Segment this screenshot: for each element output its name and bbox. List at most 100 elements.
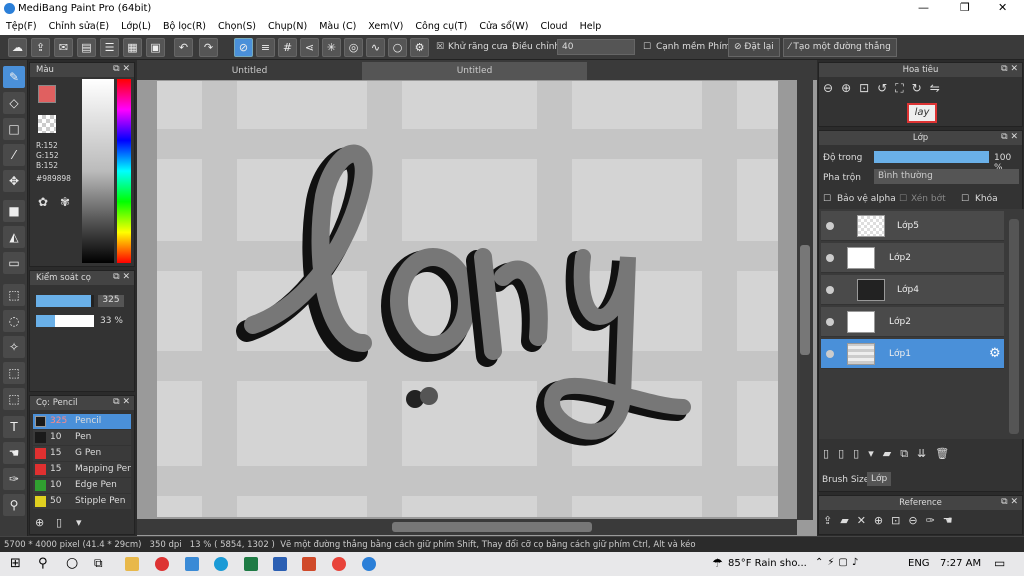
close-reference-icon[interactable]: ✕ <box>857 514 874 527</box>
blend-mode-select[interactable]: Bình thường <box>874 169 1019 184</box>
brush-new-icon[interactable]: ▯ <box>56 516 62 529</box>
menu-filter[interactable]: Bộ lọc(R) <box>163 21 206 32</box>
visibility-icon[interactable] <box>826 350 834 358</box>
bucket-tool-icon[interactable]: ◭ <box>3 226 25 248</box>
visibility-icon[interactable] <box>826 286 834 294</box>
transparent-color-swatch[interactable] <box>38 115 56 133</box>
new-layer-8bit-icon[interactable]: ▯ <box>838 447 853 460</box>
layer-row[interactable]: Lớp2 <box>821 307 1004 337</box>
upload-icon[interactable]: ⇪ <box>31 38 50 57</box>
hand-icon[interactable]: ☚ <box>943 514 961 527</box>
canvas-horizontal-scrollbar[interactable] <box>137 519 797 535</box>
menu-cloud[interactable]: Cloud <box>540 21 567 32</box>
chrome-icon[interactable] <box>332 557 346 571</box>
flip-icon[interactable]: ⇋ <box>930 81 948 95</box>
undo-icon[interactable]: ↶ <box>174 38 193 57</box>
tab-brush-size[interactable]: Brush Size <box>822 475 869 485</box>
curve-snap-icon[interactable]: ∿ <box>366 38 385 57</box>
layer-row[interactable]: Lớp4 <box>821 275 1004 305</box>
smooth-checkbox[interactable]: ☐ <box>643 42 651 52</box>
line-tool-icon[interactable]: ⁄ <box>3 144 25 166</box>
snap-off-icon[interactable]: ⊘ <box>234 38 253 57</box>
menu-color[interactable]: Màu (C) <box>319 21 356 32</box>
duplicate-icon[interactable]: ⧉ <box>900 447 917 460</box>
layer-row-selected[interactable]: Lớp1 ⚙ <box>821 339 1004 369</box>
rotate-right-icon[interactable]: ↻ <box>912 81 930 95</box>
layer-list-scrollbar[interactable] <box>1009 219 1019 434</box>
cloud-upload-icon[interactable]: ⇪ <box>823 514 840 527</box>
fit-icon[interactable]: ⊡ <box>859 81 877 95</box>
rotate-left-icon[interactable]: ↺ <box>877 81 895 95</box>
palette-icon[interactable]: ✿ <box>38 195 48 209</box>
grid-snap-icon[interactable]: # <box>278 38 297 57</box>
brush-item[interactable]: 15 Mapping Pen <box>33 462 131 477</box>
pen-tool-icon[interactable]: ✑ <box>3 468 25 490</box>
drawing-canvas[interactable] <box>157 81 778 517</box>
zoom-in-icon[interactable]: ⊕ <box>841 81 859 95</box>
hand-tool-icon[interactable]: ☚ <box>3 442 25 464</box>
layout-icon[interactable]: ▣ <box>146 38 165 57</box>
grid-panel-icon[interactable]: ▦ <box>123 38 142 57</box>
edge-icon[interactable] <box>214 557 228 571</box>
tab-layer[interactable]: Lớp <box>867 472 892 486</box>
menu-help[interactable]: Help <box>580 21 602 32</box>
folder-icon[interactable]: ▰ <box>883 447 900 460</box>
eyedropper-tool-icon[interactable]: ⚲ <box>3 494 25 516</box>
concentric-snap-icon[interactable]: ◎ <box>344 38 363 57</box>
open-folder-icon[interactable]: ▰ <box>840 514 856 527</box>
text-tool-icon[interactable]: T <box>3 416 25 438</box>
select-eraser-tool-icon[interactable]: ⬚ <box>3 388 25 410</box>
layer-opacity-slider[interactable] <box>874 151 989 163</box>
tray-icons[interactable]: ⌃⚡▢♪ <box>815 557 862 568</box>
menu-edit[interactable]: Chỉnh sửa(E) <box>49 21 110 32</box>
cortana-icon[interactable]: ○ <box>66 555 78 571</box>
lock-checkbox[interactable]: ☐ <box>961 194 969 204</box>
layer-settings-icon[interactable]: ⚙ <box>989 346 1001 361</box>
clip-checkbox[interactable]: ☐ <box>899 194 907 204</box>
cloud-icon[interactable]: ☁ <box>8 38 27 57</box>
fullscreen-icon[interactable]: ⛶ <box>895 81 911 95</box>
eyedropper-icon[interactable]: ✑ <box>926 514 943 527</box>
move-tool-icon[interactable]: ✥ <box>3 170 25 192</box>
radial-line-icon[interactable]: ✳ <box>322 38 341 57</box>
layer-row[interactable]: Lớp2 <box>821 243 1004 273</box>
panel-close-icon[interactable]: ⧉ ✕ <box>1001 132 1018 142</box>
search-icon[interactable]: ⚲ <box>38 556 48 571</box>
add-layer-menu-icon[interactable]: ▾ <box>868 447 883 460</box>
brush-add-icon[interactable]: ⊕ <box>35 516 44 529</box>
redo-icon[interactable]: ↷ <box>199 38 218 57</box>
brush-opacity-slider[interactable] <box>36 315 94 327</box>
powerpoint-icon[interactable] <box>302 557 316 571</box>
canvas-vertical-scrollbar[interactable] <box>797 80 813 520</box>
straight-line-button[interactable]: ⁄ Tạo một đường thẳng <box>783 38 897 57</box>
eraser-tool-icon[interactable]: ◇ <box>3 92 25 114</box>
brush-item[interactable]: 50 Stipple Pen <box>33 494 131 509</box>
menu-layer[interactable]: Lớp(L) <box>121 21 151 32</box>
hue-slider[interactable] <box>117 79 131 263</box>
brush-item[interactable]: 325 Pencil <box>33 414 131 429</box>
brush-item[interactable]: 15 G Pen <box>33 446 131 461</box>
brush-item[interactable]: 10 Pen <box>33 430 131 445</box>
new-layer-icon[interactable]: ▯ <box>823 447 838 460</box>
select-tool-icon[interactable]: ⬚ <box>3 284 25 306</box>
gradient-tool-icon[interactable]: ▭ <box>3 252 25 274</box>
notification-icon[interactable]: ▭ <box>994 556 1005 570</box>
excel-icon[interactable] <box>244 557 258 571</box>
start-icon[interactable]: ⊞ <box>10 556 21 571</box>
menu-snap[interactable]: Chụp(N) <box>268 21 307 32</box>
adjust-select[interactable]: 40 <box>557 39 635 55</box>
brush-size-slider[interactable] <box>36 295 94 307</box>
panel-close-icon[interactable]: ⧉ ✕ <box>113 272 130 282</box>
panel-close-icon[interactable]: ⧉ ✕ <box>1001 64 1018 74</box>
task-view-icon[interactable]: ⧉ <box>94 556 103 571</box>
foreground-color-swatch[interactable] <box>38 85 56 103</box>
delete-layer-icon[interactable]: 🗑 <box>935 447 958 460</box>
zoom-in-icon[interactable]: ⊕ <box>874 514 891 527</box>
menu-select[interactable]: Chọn(S) <box>218 21 256 32</box>
panel-close-icon[interactable]: ⧉ ✕ <box>113 64 130 74</box>
weather-text[interactable]: 85°F Rain sho... <box>728 558 807 569</box>
fit-icon[interactable]: ⊡ <box>891 514 908 527</box>
radial-snap-icon[interactable]: ⋖ <box>300 38 319 57</box>
visibility-icon[interactable] <box>826 254 834 262</box>
panel-close-icon[interactable]: ⧉ ✕ <box>1001 497 1018 507</box>
